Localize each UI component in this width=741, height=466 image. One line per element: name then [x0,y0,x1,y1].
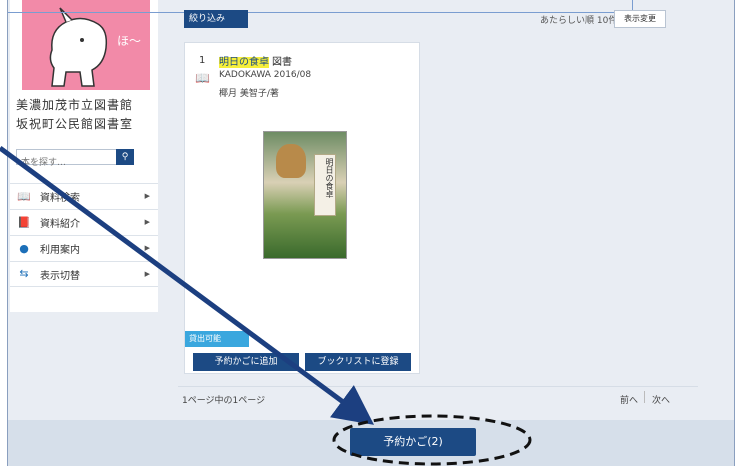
search-input[interactable] [17,156,117,170]
search-icon: ⚲ [121,152,129,162]
publisher-date: KADOKAWA 2016/08 [219,70,312,80]
search-button[interactable]: ⚲ [116,149,134,165]
bear-illustration [276,144,306,178]
book-icon: 📖 [195,71,210,85]
switch-icon: ⇆ [19,267,29,280]
library-name-line2: 坂祝町公民館図書室 [16,117,134,131]
sidebar-item-label: 資料検索 [40,193,80,204]
person-icon: ● [19,241,29,255]
chevron-right-icon: ▶ [144,192,150,200]
add-to-basket-button[interactable]: 予約かごに追加 [193,353,299,371]
author: 椰月 美智子/著 [219,89,279,99]
pager-divider [644,391,645,403]
result-index: 1 [199,55,206,66]
filter-button[interactable]: 絞り込み [184,10,248,28]
library-name-line1: 美濃加茂市立図書館 [16,98,134,112]
cover-title: 明日の食卓 [314,154,336,216]
logo-text: ほ〜 [117,34,142,48]
search-box: ⚲ [16,149,134,170]
availability-badge: 貸出可能 [185,331,249,347]
result-title: 明日の食卓 図書 [219,53,292,68]
pagination-summary: 1ページ中の1ページ [182,396,266,406]
sidebar-item-label: 表示切替 [40,270,80,282]
title-link[interactable]: 明日の食卓 [219,57,269,68]
chevron-right-icon: ▶ [144,218,150,226]
chevron-right-icon: ▶ [144,270,150,278]
sidebar-item-search[interactable]: 📖 資料検索 ▶ [10,183,158,209]
book-cover[interactable]: 明日の食卓 [263,131,347,259]
next-page-link[interactable]: 次へ [652,393,670,406]
callout-border [8,12,632,13]
sidebar-item-label: 利用案内 [40,245,80,256]
sidebar-item-label: 資料紹介 [40,219,80,230]
sidebar-item-guide[interactable]: ● 利用案内 ▶ [10,235,158,261]
sort-label[interactable]: あたらしい順 10件 [540,13,617,26]
library-name: 美濃加茂市立図書館 坂祝町公民館図書室 [16,96,133,134]
open-book-icon: 📕 [17,215,31,229]
result-card: 1 📖 明日の食卓 図書 KADOKAWA 2016/08 椰月 美智子/著 明日… [184,42,420,374]
reservation-basket-button[interactable]: 予約かご(2) [350,428,476,456]
sidebar-item-display-switch[interactable]: ⇆ 表示切替 ▶ [10,261,158,287]
prev-page-link[interactable]: 前へ [620,393,638,406]
material-type: 図書 [272,57,292,68]
sidebar-item-introduction[interactable]: 📕 資料紹介 ▶ [10,209,158,235]
chevron-right-icon: ▶ [144,244,150,252]
divider [178,386,698,387]
search-book-icon: 📖 [17,189,31,203]
display-change-button[interactable]: 表示変更 [614,10,666,28]
library-logo[interactable]: ほ〜 [22,0,150,90]
sidebar-menu: 📖 資料検索 ▶ 📕 資料紹介 ▶ ● 利用案内 ▶ ⇆ 表示切替 ▶ [10,183,158,287]
add-to-booklist-button[interactable]: ブックリストに登録 [305,353,411,371]
